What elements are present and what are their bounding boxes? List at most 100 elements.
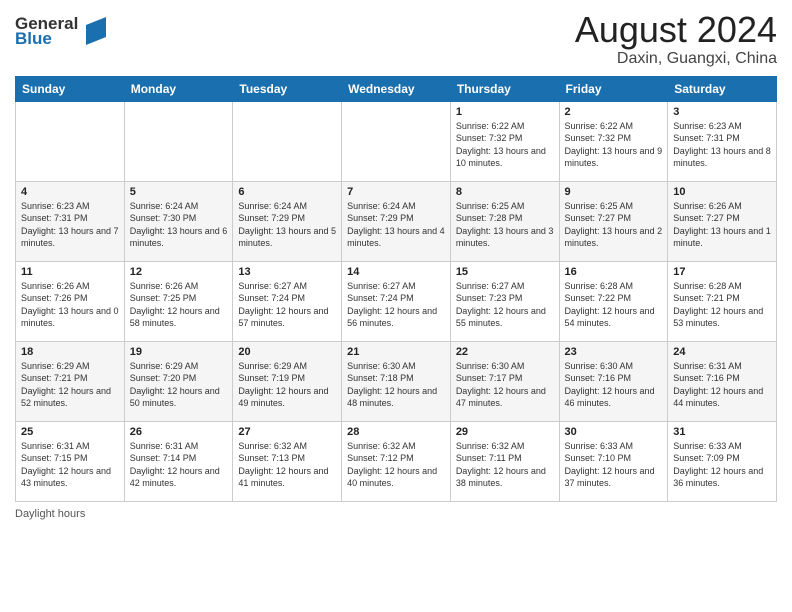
day-cell: 29 Sunrise: 6:32 AM Sunset: 7:11 PM Dayli…: [450, 421, 559, 501]
day-info: Sunrise: 6:23 AM Sunset: 7:31 PM Dayligh…: [673, 120, 771, 170]
day-info: Sunrise: 6:22 AM Sunset: 7:32 PM Dayligh…: [456, 120, 554, 170]
header-cell-tuesday: Tuesday: [233, 76, 342, 101]
day-info: Sunrise: 6:29 AM Sunset: 7:19 PM Dayligh…: [238, 360, 336, 410]
day-cell: 21 Sunrise: 6:30 AM Sunset: 7:18 PM Dayli…: [342, 341, 451, 421]
day-info: Sunrise: 6:32 AM Sunset: 7:11 PM Dayligh…: [456, 440, 554, 490]
day-info: Sunrise: 6:31 AM Sunset: 7:16 PM Dayligh…: [673, 360, 771, 410]
day-cell: 23 Sunrise: 6:30 AM Sunset: 7:16 PM Dayli…: [559, 341, 668, 421]
header-cell-monday: Monday: [124, 76, 233, 101]
day-info: Sunrise: 6:30 AM Sunset: 7:18 PM Dayligh…: [347, 360, 445, 410]
month-title: August 2024: [575, 10, 777, 50]
day-cell: 4Sunrise: 6:23 AM Sunset: 7:31 PM Daylig…: [16, 181, 125, 261]
day-info: Sunrise: 6:31 AM Sunset: 7:14 PM Dayligh…: [130, 440, 228, 490]
day-info: Sunrise: 6:30 AM Sunset: 7:17 PM Dayligh…: [456, 360, 554, 410]
header-cell-saturday: Saturday: [668, 76, 777, 101]
week-row-4: 18Sunrise: 6:29 AM Sunset: 7:21 PM Dayli…: [16, 341, 777, 421]
day-info: Sunrise: 6:29 AM Sunset: 7:21 PM Dayligh…: [21, 360, 119, 410]
day-number: 17: [673, 266, 771, 278]
day-number: 21: [347, 346, 445, 358]
day-cell: 22 Sunrise: 6:30 AM Sunset: 7:17 PM Dayli…: [450, 341, 559, 421]
day-info: Sunrise: 6:24 AM Sunset: 7:29 PM Dayligh…: [238, 200, 336, 250]
week-row-2: 4Sunrise: 6:23 AM Sunset: 7:31 PM Daylig…: [16, 181, 777, 261]
day-cell: [233, 101, 342, 181]
day-info: Sunrise: 6:26 AM Sunset: 7:26 PM Dayligh…: [21, 280, 119, 330]
day-info: Sunrise: 6:22 AM Sunset: 7:32 PM Dayligh…: [565, 120, 663, 170]
day-number: 2: [565, 106, 663, 118]
day-cell: 25Sunrise: 6:31 AM Sunset: 7:15 PM Dayli…: [16, 421, 125, 501]
day-number: 29: [456, 426, 554, 438]
day-number: 8: [456, 186, 554, 198]
logo-icon: [82, 17, 106, 45]
day-info: Sunrise: 6:27 AM Sunset: 7:23 PM Dayligh…: [456, 280, 554, 330]
day-cell: 8Sunrise: 6:25 AM Sunset: 7:28 PM Daylig…: [450, 181, 559, 261]
day-number: 4: [21, 186, 119, 198]
header-cell-wednesday: Wednesday: [342, 76, 451, 101]
day-number: 19: [130, 346, 228, 358]
day-number: 22: [456, 346, 554, 358]
day-info: Sunrise: 6:33 AM Sunset: 7:09 PM Dayligh…: [673, 440, 771, 490]
day-info: Sunrise: 6:26 AM Sunset: 7:27 PM Dayligh…: [673, 200, 771, 250]
day-number: 25: [21, 426, 119, 438]
location: Daxin, Guangxi, China: [575, 50, 777, 68]
day-number: 3: [673, 106, 771, 118]
day-info: Sunrise: 6:33 AM Sunset: 7:10 PM Dayligh…: [565, 440, 663, 490]
day-info: Sunrise: 6:32 AM Sunset: 7:12 PM Dayligh…: [347, 440, 445, 490]
day-cell: 14 Sunrise: 6:27 AM Sunset: 7:24 PM Dayli…: [342, 261, 451, 341]
page: General Blue August 2024 Daxin, Guangxi,…: [0, 0, 792, 612]
day-number: 5: [130, 186, 228, 198]
day-number: 23: [565, 346, 663, 358]
day-cell: 5Sunrise: 6:24 AM Sunset: 7:30 PM Daylig…: [124, 181, 233, 261]
logo-text: General Blue: [15, 15, 106, 48]
day-number: 11: [21, 266, 119, 278]
week-row-5: 25Sunrise: 6:31 AM Sunset: 7:15 PM Dayli…: [16, 421, 777, 501]
calendar-header: SundayMondayTuesdayWednesdayThursdayFrid…: [16, 76, 777, 101]
day-cell: 13Sunrise: 6:27 AM Sunset: 7:24 PM Dayli…: [233, 261, 342, 341]
day-cell: 11 Sunrise: 6:26 AM Sunset: 7:26 PM Dayli…: [16, 261, 125, 341]
day-number: 16: [565, 266, 663, 278]
header-cell-sunday: Sunday: [16, 76, 125, 101]
day-cell: 10 Sunrise: 6:26 AM Sunset: 7:27 PM Dayli…: [668, 181, 777, 261]
week-row-1: 1 Sunrise: 6:22 AM Sunset: 7:32 PM Daylig…: [16, 101, 777, 181]
day-number: 27: [238, 426, 336, 438]
day-number: 15: [456, 266, 554, 278]
day-cell: 6 Sunrise: 6:24 AM Sunset: 7:29 PM Daylig…: [233, 181, 342, 261]
day-cell: 15 Sunrise: 6:27 AM Sunset: 7:23 PM Dayli…: [450, 261, 559, 341]
day-number: 1: [456, 106, 554, 118]
day-number: 9: [565, 186, 663, 198]
day-number: 14: [347, 266, 445, 278]
day-number: 30: [565, 426, 663, 438]
day-number: 26: [130, 426, 228, 438]
day-cell: 28Sunrise: 6:32 AM Sunset: 7:12 PM Dayli…: [342, 421, 451, 501]
day-cell: 2 Sunrise: 6:22 AM Sunset: 7:32 PM Daylig…: [559, 101, 668, 181]
day-number: 20: [238, 346, 336, 358]
day-info: Sunrise: 6:30 AM Sunset: 7:16 PM Dayligh…: [565, 360, 663, 410]
title-area: August 2024 Daxin, Guangxi, China: [575, 10, 777, 68]
day-cell: [124, 101, 233, 181]
day-info: Sunrise: 6:26 AM Sunset: 7:25 PM Dayligh…: [130, 280, 228, 330]
day-cell: 27Sunrise: 6:32 AM Sunset: 7:13 PM Dayli…: [233, 421, 342, 501]
header: General Blue August 2024 Daxin, Guangxi,…: [15, 10, 777, 68]
day-info: Sunrise: 6:27 AM Sunset: 7:24 PM Dayligh…: [347, 280, 445, 330]
calendar-table: SundayMondayTuesdayWednesdayThursdayFrid…: [15, 76, 777, 502]
day-number: 12: [130, 266, 228, 278]
day-info: Sunrise: 6:27 AM Sunset: 7:24 PM Dayligh…: [238, 280, 336, 330]
day-info: Sunrise: 6:24 AM Sunset: 7:29 PM Dayligh…: [347, 200, 445, 250]
day-number: 6: [238, 186, 336, 198]
header-cell-friday: Friday: [559, 76, 668, 101]
day-number: 24: [673, 346, 771, 358]
day-number: 7: [347, 186, 445, 198]
day-cell: 26 Sunrise: 6:31 AM Sunset: 7:14 PM Dayli…: [124, 421, 233, 501]
day-cell: 3 Sunrise: 6:23 AM Sunset: 7:31 PM Daylig…: [668, 101, 777, 181]
header-row: SundayMondayTuesdayWednesdayThursdayFrid…: [16, 76, 777, 101]
day-cell: 30 Sunrise: 6:33 AM Sunset: 7:10 PM Dayli…: [559, 421, 668, 501]
day-cell: 7 Sunrise: 6:24 AM Sunset: 7:29 PM Daylig…: [342, 181, 451, 261]
footer-label: Daylight hours: [15, 508, 85, 520]
calendar-body: 1 Sunrise: 6:22 AM Sunset: 7:32 PM Daylig…: [16, 101, 777, 501]
day-number: 10: [673, 186, 771, 198]
day-cell: 31 Sunrise: 6:33 AM Sunset: 7:09 PM Dayli…: [668, 421, 777, 501]
day-info: Sunrise: 6:28 AM Sunset: 7:21 PM Dayligh…: [673, 280, 771, 330]
day-number: 31: [673, 426, 771, 438]
day-cell: 12 Sunrise: 6:26 AM Sunset: 7:25 PM Dayli…: [124, 261, 233, 341]
logo: General Blue: [15, 15, 106, 48]
day-info: Sunrise: 6:25 AM Sunset: 7:27 PM Dayligh…: [565, 200, 663, 250]
